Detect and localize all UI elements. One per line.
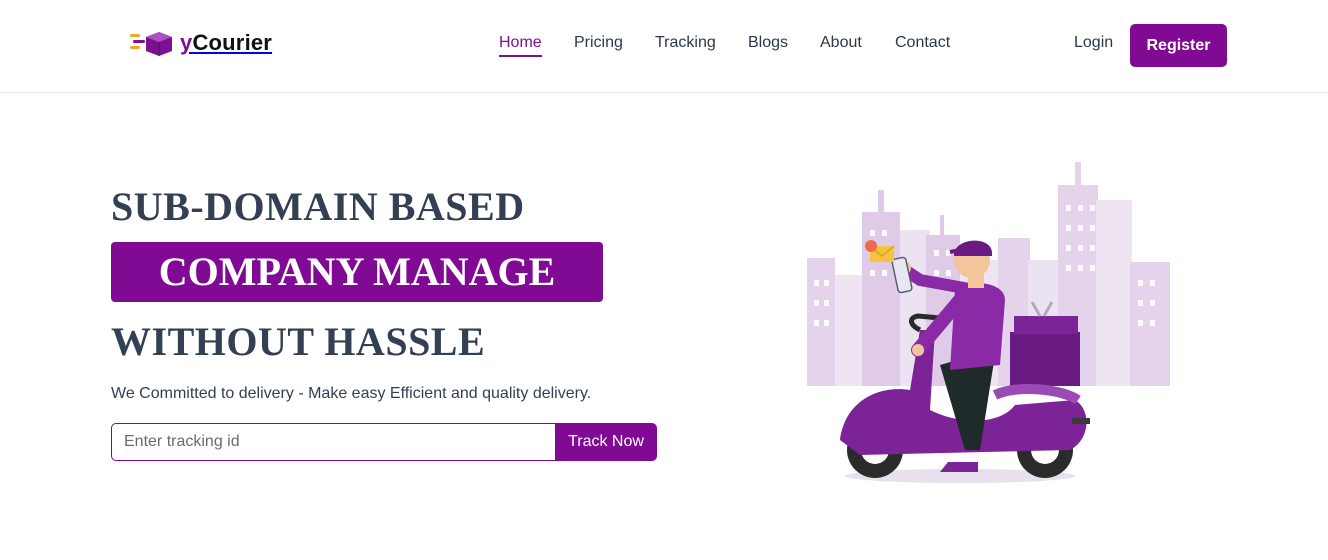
hero-heading-line1: SUB-DOMAIN BASED xyxy=(111,184,525,229)
nav-home[interactable]: Home xyxy=(499,34,542,57)
login-link[interactable]: Login xyxy=(1074,34,1113,52)
nav-about[interactable]: About xyxy=(820,34,862,52)
nav-tracking[interactable]: Tracking xyxy=(655,34,716,52)
nav-blogs[interactable]: Blogs xyxy=(748,34,788,52)
courier-scooter-illustration xyxy=(807,162,1170,483)
delivery-box-logo-icon xyxy=(130,32,172,56)
register-button[interactable]: Register xyxy=(1130,24,1227,67)
tracking-form: Track Now xyxy=(111,423,657,461)
nav-pricing[interactable]: Pricing xyxy=(574,34,623,52)
track-now-button[interactable]: Track Now xyxy=(555,423,657,461)
hero-heading-line3: WITHOUT HASSLE xyxy=(111,319,486,364)
hero-tagline: We Committed to delivery - Make easy Eff… xyxy=(111,385,592,402)
tracking-id-input[interactable] xyxy=(111,423,555,461)
site-header: yCourier Home Pricing Tracking Blogs Abo… xyxy=(0,0,1328,93)
nav-contact[interactable]: Contact xyxy=(895,34,950,52)
site-logo[interactable]: yCourier xyxy=(130,26,272,60)
logo-text: yCourier xyxy=(180,30,273,55)
hero-heading-highlight: COMPANY MANAGE xyxy=(111,242,603,302)
